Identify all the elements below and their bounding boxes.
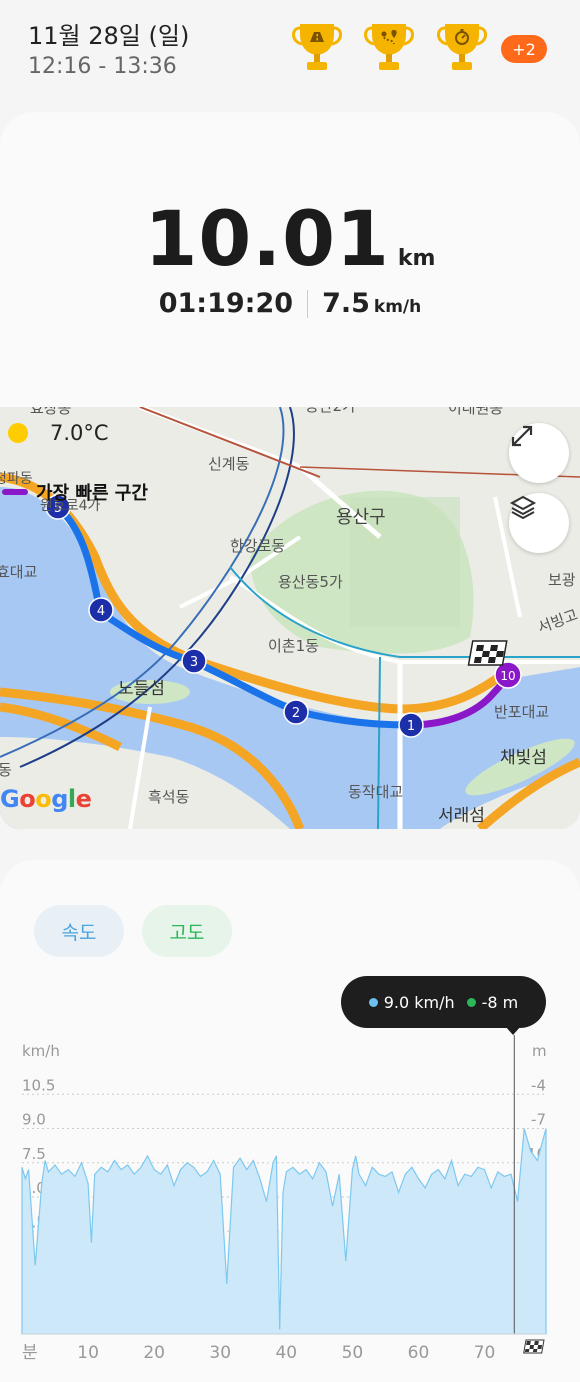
svg-text:4: 4	[97, 604, 105, 619]
temperature: 7.0°C	[50, 421, 109, 445]
map-label: 서래섬	[438, 806, 485, 826]
y-tick-label: 10.5	[22, 1076, 55, 1094]
fastest-section-swatch	[2, 489, 28, 495]
distance-unit: km	[397, 246, 436, 271]
avg-speed-value: 7.5	[322, 288, 370, 319]
distance-value: 10.01	[144, 194, 390, 283]
route-map[interactable]: 5 4 3 2 1 10 신계동 한강로동 용산구 용산동5가 이촌1동 노들섬…	[0, 407, 580, 829]
speed-area	[21, 1128, 547, 1335]
map-label: 용산구	[336, 507, 386, 528]
map-label: 한강로동	[230, 537, 285, 555]
fastest-section-label: 가장 빠른 구간	[36, 483, 148, 504]
left-axis-unit: km/h	[22, 1042, 60, 1060]
y-tick-label: 9.0	[22, 1111, 46, 1129]
map-route-trophy-icon[interactable]	[360, 20, 418, 76]
map-label: 효창동	[30, 407, 72, 417]
speed-altitude-chart[interactable]: km/h m 10.59.07.56.04.53.01.5 -4-7-10-13…	[0, 860, 580, 1382]
map-label: 채빛섬	[500, 748, 547, 768]
route-marker-4[interactable]: 4	[88, 597, 114, 623]
finish-flag-icon	[467, 640, 508, 666]
map-label: 용산2가	[305, 407, 356, 415]
y-tick-label: 7.5	[22, 1145, 46, 1163]
sun-icon	[8, 423, 28, 443]
summary-card: 10.01 km 01:19:20 7.5 km/h	[0, 112, 580, 412]
map-label: 보광	[548, 571, 576, 589]
map-layers-button[interactable]	[509, 493, 569, 553]
svg-text:3: 3	[190, 655, 198, 670]
avg-speed-unit: km/h	[373, 297, 422, 317]
map-label: 이촌1동	[268, 637, 319, 655]
map-label: 신계동	[208, 455, 250, 473]
x-tick-label: 30	[209, 1343, 231, 1363]
fastest-section-legend: 가장 빠른 구간	[2, 479, 148, 505]
right-axis-unit: m	[532, 1042, 547, 1060]
map-label: 동	[0, 761, 12, 779]
map-label: 흑석동	[148, 788, 190, 806]
y2-tick-label: -7	[531, 1111, 546, 1129]
google-logo: Google	[0, 785, 92, 813]
route-marker-1[interactable]: 1	[398, 712, 424, 738]
svg-text:1: 1	[407, 719, 415, 734]
x-tick-label: 70	[474, 1343, 496, 1363]
layers-icon	[509, 495, 537, 520]
more-trophies-badge[interactable]: +2	[501, 35, 547, 63]
distance-display: 10.01 km	[0, 194, 580, 283]
workout-date: 11월 28일 (일)	[28, 22, 190, 50]
weather-info: 7.0°C	[8, 421, 109, 445]
duration-value: 01:19:20	[158, 288, 294, 319]
svg-text:10: 10	[500, 669, 515, 683]
map-label: 이태원동	[448, 407, 503, 417]
map-label: 효대교	[0, 563, 37, 581]
map-label: 동작대교	[348, 783, 403, 801]
x-tick-label: 40	[275, 1343, 297, 1363]
map-label: 노들섬	[118, 679, 165, 699]
route-marker-3[interactable]: 3	[181, 648, 207, 674]
finish-flag-small-icon	[523, 1339, 545, 1354]
map-label: 용산동5가	[278, 573, 343, 591]
chart-section: 속도 고도 9.0 km/h -8 m km/h m 10.5 9.0 7.5 6.0…	[0, 860, 580, 1382]
expand-icon	[511, 425, 533, 447]
route-marker-2[interactable]: 2	[283, 699, 309, 725]
map-canvas: 5 4 3 2 1 10 신계동 한강로동 용산구 용산동5가 이촌1동 노들섬…	[0, 407, 580, 829]
workout-time-range: 12:16 - 13:36	[28, 54, 177, 79]
expand-map-button[interactable]	[509, 423, 569, 483]
svg-text:2: 2	[292, 706, 300, 721]
stats-divider	[307, 289, 309, 318]
road-trophy-icon[interactable]	[288, 20, 346, 76]
x-tick-label: 60	[408, 1343, 430, 1363]
x-tick-label: 20	[143, 1343, 165, 1363]
route-marker-10[interactable]: 10	[494, 661, 522, 689]
x-tick-label: 10	[77, 1343, 99, 1363]
y2-tick-label: -4	[531, 1076, 546, 1094]
x-axis-unit: 분	[22, 1343, 38, 1363]
stats-row: 01:19:20 7.5 km/h	[0, 288, 580, 319]
header: 11월 28일 (일) 12:16 - 13:36 +2	[0, 0, 580, 110]
x-tick-label: 50	[342, 1343, 364, 1363]
map-label: 반포대교	[494, 703, 549, 721]
stopwatch-trophy-icon[interactable]	[433, 20, 491, 76]
